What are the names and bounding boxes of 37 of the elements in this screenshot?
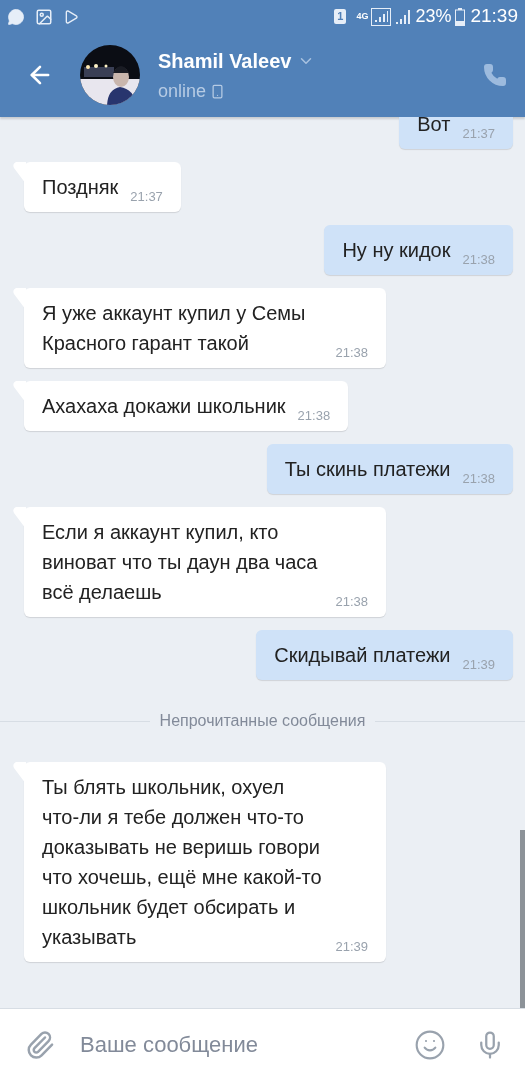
message-text: Скидывай платежи [274,643,451,668]
signal-icon [371,7,392,26]
message-time: 21:37 [130,187,163,206]
play-store-icon [63,8,79,25]
message-text: Ну ну кидок [342,238,451,263]
message-time: 21:38 [297,406,331,425]
message-time: 21:38 [335,343,368,362]
message-text: Я уже аккаунт купил у Семы Красного гарант такой [42,301,307,356]
phone-icon[interactable] [483,63,507,87]
message-text: Поздняк [42,175,119,200]
signal-icon [395,8,412,25]
message-text: Ты скинь платежи [284,457,451,482]
message-input[interactable]: Ваше сообщение [80,1028,405,1061]
message-text: Ахахаха докажи школьник [42,394,286,419]
battery-icon [455,7,466,26]
sim-indicator: 1 [334,9,347,24]
message-time: 21:38 [462,469,495,488]
message-time: 21:37 [462,124,495,143]
image-notification-icon [35,7,53,26]
chat-notification-icon [7,7,25,26]
network-indicator: 4G [356,12,369,21]
message-text: Вот [417,117,451,137]
message-text: Ты блять школьник, охуел что-ли я тебе должен что-то доказывать не веришь говори что хочешь, ещё мне какой-то школьник будет обсирать и указывать [42,775,323,950]
smiley-icon[interactable] [414,1028,446,1061]
mobile-icon [210,83,226,99]
message-time: 21:39 [335,937,368,956]
contact-name[interactable]: Shamil Valeev [158,45,292,76]
unread-divider-label: Непрочитанные сообщения [158,711,367,731]
message-time: 21:38 [462,250,495,269]
paperclip-icon[interactable] [25,1029,55,1060]
clock: 21:39 [470,4,518,29]
message-composer[interactable]: Ваше сообщение [0,1008,525,1080]
message-text: Если я аккаунт купил, кто виноват что ты даун два часа всё делаешь [42,520,319,605]
battery-percent: 23% [415,5,452,28]
message-time: 21:38 [335,592,368,611]
online-status: online [158,79,207,103]
message-time: 21:39 [462,655,495,674]
